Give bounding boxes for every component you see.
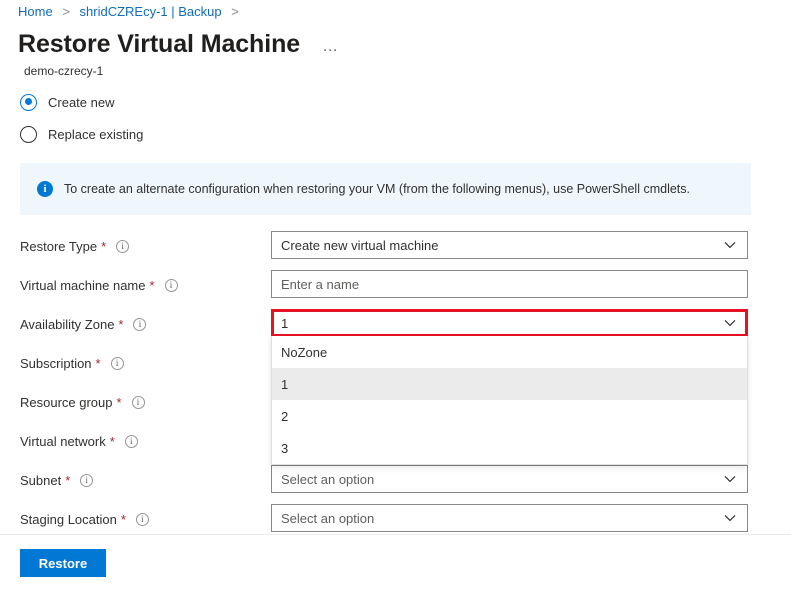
- label-availability-zone-text: Availability Zone: [20, 316, 115, 332]
- dropdown-subnet-value: Select an option: [281, 471, 375, 487]
- label-subnet-text: Subnet: [20, 472, 62, 488]
- radio-option-replace-existing-label: Replace existing: [48, 126, 144, 142]
- required-marker: *: [120, 511, 126, 527]
- label-vm-name-text: Virtual machine name: [20, 277, 146, 293]
- radio-selected-icon: [20, 93, 37, 111]
- info-banner: i To create an alternate configuration w…: [20, 163, 751, 215]
- info-tooltip-icon[interactable]: i: [80, 473, 94, 487]
- required-marker: *: [101, 238, 107, 254]
- restore-mode-radio-group: Create new Replace existing: [20, 90, 143, 154]
- dropdown-option-1[interactable]: 1: [272, 368, 747, 400]
- radio-option-replace-existing[interactable]: Replace existing: [20, 122, 143, 146]
- label-availability-zone: Availability Zone * i: [20, 306, 147, 342]
- required-marker: *: [109, 433, 115, 449]
- info-tooltip-icon[interactable]: i: [164, 278, 178, 292]
- dropdown-option-nozone[interactable]: NoZone: [272, 336, 747, 368]
- label-resource-group: Resource group * i: [20, 384, 145, 420]
- page-header: Restore Virtual Machine …: [18, 28, 343, 60]
- label-staging-location: Staging Location * i: [20, 501, 149, 537]
- chevron-down-icon: [724, 475, 736, 483]
- required-marker: *: [149, 277, 155, 293]
- info-tooltip-icon[interactable]: i: [124, 434, 138, 448]
- label-virtual-network: Virtual network * i: [20, 423, 138, 459]
- label-resource-group-text: Resource group: [20, 394, 113, 410]
- label-vm-name: Virtual machine name * i: [20, 267, 178, 303]
- dropdown-restore-type-value: Create new virtual machine: [281, 237, 439, 253]
- required-marker: *: [118, 316, 124, 332]
- info-tooltip-icon[interactable]: i: [133, 317, 147, 331]
- info-tooltip-icon[interactable]: i: [135, 512, 149, 526]
- dropdown-option-2[interactable]: 2: [272, 400, 747, 432]
- dropdown-restore-type[interactable]: Create new virtual machine: [271, 231, 748, 259]
- more-options-icon[interactable]: …: [318, 38, 343, 56]
- restore-button[interactable]: Restore: [20, 549, 106, 577]
- label-virtual-network-text: Virtual network: [20, 433, 106, 449]
- dropdown-option-3[interactable]: 3: [272, 432, 747, 464]
- label-subscription-text: Subscription: [20, 355, 92, 371]
- availability-zone-dropdown-popup: NoZone 1 2 3: [271, 336, 748, 465]
- footer-divider: [0, 534, 791, 535]
- label-subscription: Subscription * i: [20, 345, 124, 381]
- page-title: Restore Virtual Machine: [18, 30, 301, 58]
- radio-option-create-new-label: Create new: [48, 94, 115, 110]
- input-vm-name[interactable]: Enter a name: [271, 270, 748, 298]
- dropdown-staging-location-value: Select an option: [281, 510, 375, 526]
- field-row-subnet: Subnet * i Select an option: [0, 462, 791, 498]
- page-subtitle: demo-czrecy-1: [24, 64, 104, 78]
- field-row-staging-location: Staging Location * i Select an option: [0, 501, 791, 537]
- input-vm-name-placeholder: Enter a name: [281, 276, 360, 292]
- info-tooltip-icon[interactable]: i: [131, 395, 145, 409]
- chevron-down-icon: [724, 319, 736, 327]
- label-staging-location-text: Staging Location: [20, 511, 117, 527]
- field-row-restore-type: Restore Type * i Create new virtual mach…: [0, 228, 791, 264]
- dropdown-availability-zone[interactable]: 1: [271, 309, 748, 337]
- label-restore-type: Restore Type * i: [20, 228, 130, 264]
- info-banner-text: To create an alternate configuration whe…: [64, 181, 690, 196]
- breadcrumb: Home > shridCZREcy-1 | Backup >: [18, 3, 245, 21]
- chevron-down-icon: [724, 241, 736, 249]
- dropdown-subnet[interactable]: Select an option: [271, 465, 748, 493]
- dropdown-availability-zone-value: 1: [281, 315, 289, 331]
- required-marker: *: [116, 394, 122, 410]
- radio-unselected-icon: [20, 125, 37, 143]
- label-restore-type-text: Restore Type: [20, 238, 98, 254]
- chevron-down-icon: [724, 514, 736, 522]
- required-marker: *: [65, 472, 71, 488]
- field-row-vm-name: Virtual machine name * i Enter a name: [0, 267, 791, 303]
- radio-option-create-new[interactable]: Create new: [20, 90, 143, 114]
- info-tooltip-icon[interactable]: i: [116, 239, 130, 253]
- breadcrumb-separator-icon-2: >: [231, 4, 239, 19]
- label-subnet: Subnet * i: [20, 462, 94, 498]
- breadcrumb-item-home[interactable]: Home: [18, 4, 53, 19]
- breadcrumb-item-backup[interactable]: shridCZREcy-1 | Backup: [80, 4, 222, 19]
- breadcrumb-separator-icon: >: [62, 4, 70, 19]
- dropdown-staging-location[interactable]: Select an option: [271, 504, 748, 532]
- info-tooltip-icon[interactable]: i: [110, 356, 124, 370]
- info-icon: i: [37, 181, 53, 197]
- required-marker: *: [95, 355, 101, 371]
